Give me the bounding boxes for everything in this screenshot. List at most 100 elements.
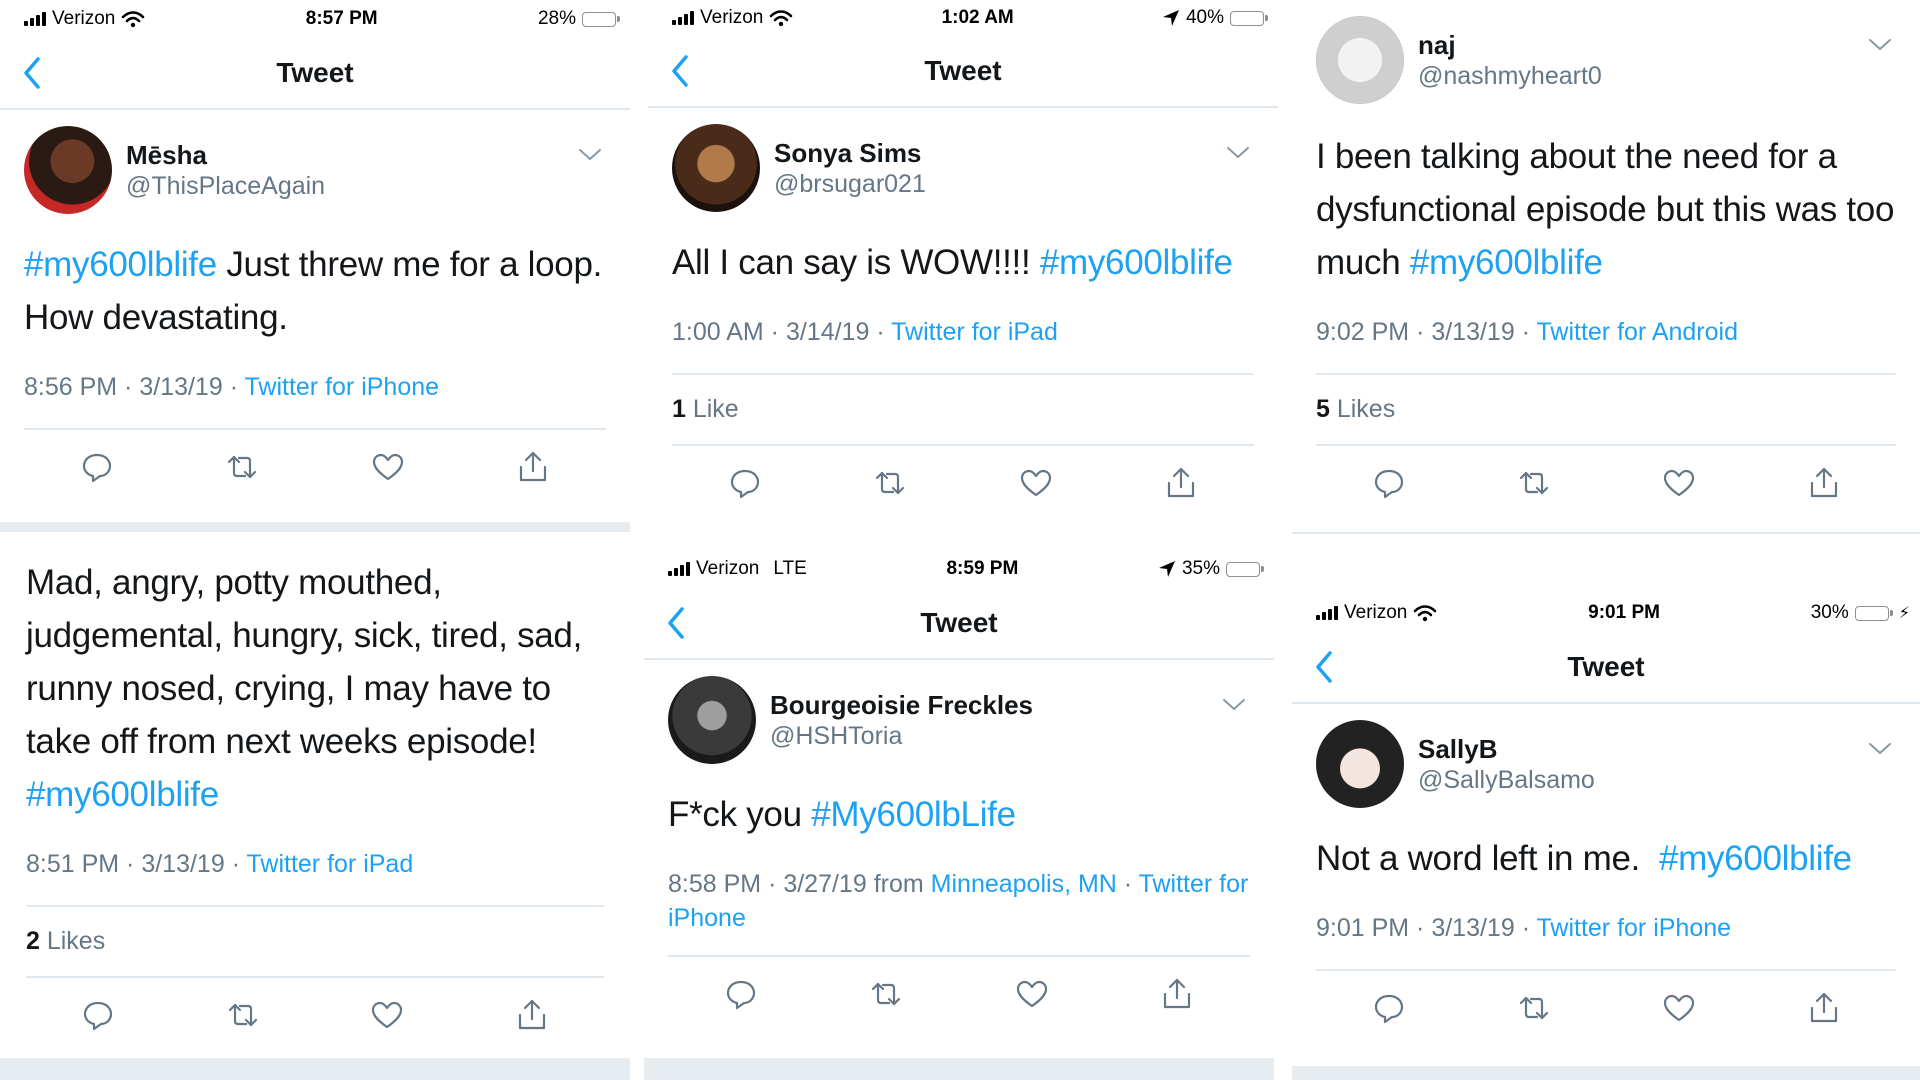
meta-separator: ·	[869, 318, 892, 346]
retweet-icon[interactable]	[1518, 467, 1550, 499]
avatar[interactable]	[1316, 16, 1404, 104]
status-time: 8:57 PM	[305, 8, 378, 29]
heart-icon[interactable]	[1663, 467, 1695, 499]
retweet-icon[interactable]	[1518, 992, 1550, 1024]
display-name[interactable]: naj	[1418, 29, 1602, 61]
heart-icon[interactable]	[1663, 992, 1695, 1024]
display-name[interactable]: Bourgeoisie Freckles	[770, 689, 1033, 721]
likes-label: Likes	[1329, 395, 1396, 423]
tweet-source-link[interactable]: Twitter for iPhone	[245, 373, 440, 401]
tweet-body: F*ck you	[668, 795, 812, 834]
retweet-icon[interactable]	[227, 999, 259, 1031]
tweet-panel-5: Verizon LTE 8:59 PM 35% Tweet Bourgeoisi…	[644, 550, 1274, 1080]
share-icon[interactable]	[1808, 467, 1840, 499]
tweet-date: 3/14/19	[785, 318, 870, 346]
tweet-location-link[interactable]: Minneapolis, MN	[931, 870, 1117, 898]
heart-icon[interactable]	[371, 999, 403, 1031]
user-handle[interactable]: @HSHToria	[770, 721, 1033, 751]
avatar[interactable]	[668, 676, 756, 764]
heart-icon[interactable]	[1020, 467, 1052, 499]
user-handle[interactable]: @nashmyheart0	[1418, 61, 1602, 91]
likes-count[interactable]: 1 Like	[672, 375, 1254, 444]
meta-separator: ·	[224, 850, 247, 878]
likes-count[interactable]: 2 Likes	[26, 907, 604, 976]
share-icon[interactable]	[1161, 978, 1193, 1010]
meta-separator: ·	[222, 373, 245, 401]
retweet-icon[interactable]	[870, 978, 902, 1010]
divider	[1292, 532, 1920, 534]
nav-title: Tweet	[924, 55, 1002, 86]
likes-number: 5	[1316, 395, 1330, 423]
reply-icon[interactable]	[729, 467, 761, 499]
display-name[interactable]: SallyB	[1418, 733, 1595, 765]
tweet-body: Mad, angry, potty mouthed, judgemental, …	[26, 563, 583, 761]
back-chevron-icon[interactable]	[662, 605, 692, 641]
tweet-source-link[interactable]: Twitter for iPhone	[1537, 914, 1732, 942]
display-name[interactable]: Mēsha	[126, 139, 325, 171]
hashtag-link[interactable]: #my600lblife	[26, 775, 219, 814]
hashtag-link[interactable]: #my600lblife	[24, 245, 217, 284]
chevron-down-icon[interactable]	[1222, 698, 1246, 712]
battery-percent: 30%	[1810, 602, 1849, 623]
chevron-down-icon[interactable]	[1226, 146, 1250, 160]
share-icon[interactable]	[1165, 467, 1197, 499]
display-name[interactable]: Sonya Sims	[774, 137, 926, 169]
chevron-down-icon[interactable]	[578, 148, 602, 162]
reply-icon[interactable]	[81, 451, 113, 483]
tweet-time: 8:51 PM	[26, 850, 120, 878]
reply-icon[interactable]	[1373, 467, 1405, 499]
retweet-icon[interactable]	[874, 467, 906, 499]
signal-icon	[24, 12, 46, 26]
avatar[interactable]	[24, 126, 112, 214]
tweet-text: Mad, angry, potty mouthed, judgemental, …	[26, 556, 604, 821]
avatar[interactable]	[672, 124, 760, 212]
tweet-source-link[interactable]: Twitter for iPad	[247, 850, 414, 878]
tweet-time: 9:02 PM	[1316, 318, 1410, 346]
meta-separator: ·	[117, 373, 140, 401]
hashtag-link[interactable]: #my600lblife	[1659, 839, 1852, 878]
tweet-source-link[interactable]: Twitter for Android	[1537, 318, 1738, 346]
status-time: 9:01 PM	[1588, 602, 1660, 623]
tweet-meta: 8:51 PM · 3/13/19 · Twitter for iPad	[26, 847, 604, 881]
hashtag-link[interactable]: #my600lblife	[1410, 243, 1603, 282]
tweet-source-link[interactable]: Twitter for iPad	[891, 318, 1058, 346]
action-bar	[672, 446, 1254, 520]
share-icon[interactable]	[517, 451, 549, 483]
heart-icon[interactable]	[1016, 978, 1048, 1010]
bottom-bar	[1292, 1066, 1920, 1080]
reply-icon[interactable]	[82, 999, 114, 1031]
back-chevron-icon[interactable]	[666, 53, 696, 89]
charging-bolt-icon: ⚡	[1898, 605, 1910, 622]
hashtag-link[interactable]: #my600lblife	[1040, 243, 1233, 282]
chevron-down-icon[interactable]	[1868, 38, 1892, 52]
user-handle[interactable]: @ThisPlaceAgain	[126, 171, 325, 201]
nav-title: Tweet	[920, 607, 998, 638]
tweet-text: All I can say is WOW!!!! #my600lblife	[672, 236, 1254, 289]
meta-separator: ·	[1409, 914, 1432, 942]
back-chevron-icon[interactable]	[1310, 649, 1340, 685]
battery-percent: 28%	[537, 8, 576, 29]
retweet-icon[interactable]	[226, 451, 258, 483]
carrier-label: Verizon	[700, 7, 764, 28]
back-chevron-icon[interactable]	[18, 55, 48, 91]
nav-title: Tweet	[276, 57, 354, 88]
user-handle[interactable]: @SallyBalsamo	[1418, 765, 1595, 795]
bottom-bar	[644, 1058, 1274, 1080]
avatar[interactable]	[1316, 720, 1404, 808]
meta-separator: ·	[1116, 870, 1139, 898]
status-bar: Verizon LTE 8:59 PM 35%	[644, 550, 1274, 588]
reply-icon[interactable]	[1373, 992, 1405, 1024]
reply-icon[interactable]	[725, 978, 757, 1010]
carrier-label: Verizon	[52, 8, 116, 29]
chevron-down-icon[interactable]	[1868, 742, 1892, 756]
heart-icon[interactable]	[372, 451, 404, 483]
signal-icon	[672, 11, 694, 25]
tweet-body: Not a word left in me.	[1316, 839, 1659, 878]
hashtag-link[interactable]: #My600lbLife	[811, 795, 1016, 834]
meta-separator: ·	[119, 850, 142, 878]
likes-count[interactable]: 5 Likes	[1316, 375, 1896, 444]
user-handle[interactable]: @brsugar021	[774, 169, 926, 199]
likes-label: Like	[685, 395, 739, 423]
share-icon[interactable]	[516, 999, 548, 1031]
share-icon[interactable]	[1808, 992, 1840, 1024]
